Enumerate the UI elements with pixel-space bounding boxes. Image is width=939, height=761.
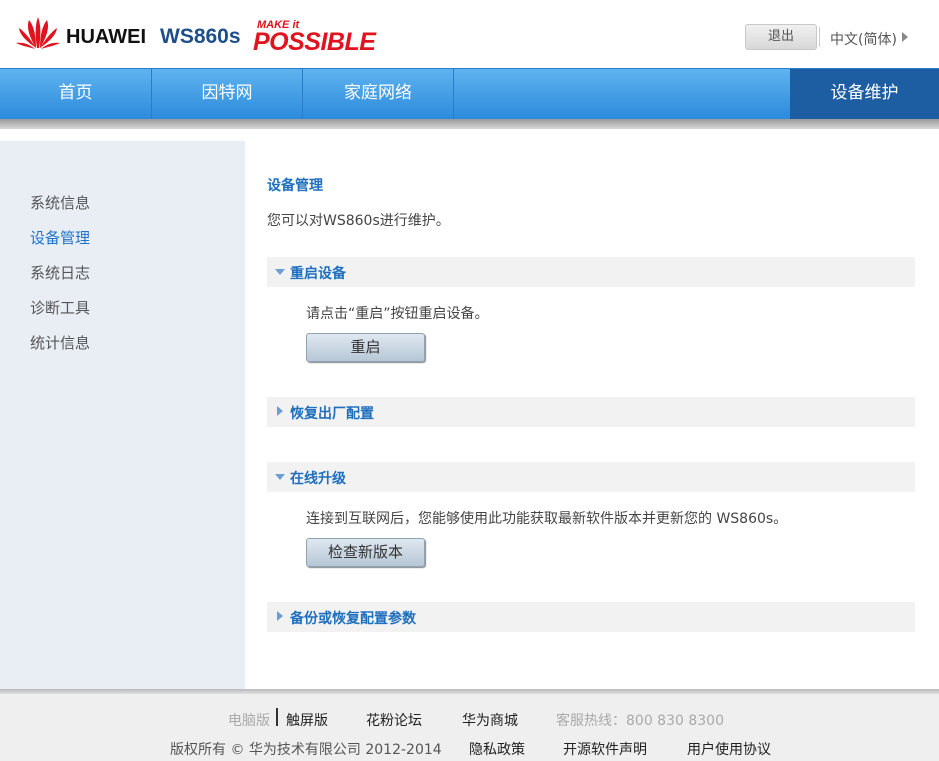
footer-touch-version-link[interactable]: 触屏版 — [286, 710, 328, 730]
page-title: 设备管理 — [267, 178, 323, 194]
section-title: 备份或恢复配置参数 — [290, 611, 416, 627]
sidebar-item-statistics[interactable]: 统计信息 — [30, 332, 90, 353]
sidebar-item-system-log[interactable]: 系统日志 — [30, 262, 90, 283]
section-title: 在线升级 — [290, 471, 346, 487]
slogan-main: POSSIBLE — [253, 28, 376, 56]
brand-name: HUAWEI — [66, 26, 146, 48]
logout-button[interactable]: 退出 — [745, 24, 817, 50]
footer-privacy-link[interactable]: 隐私政策 — [469, 739, 525, 759]
sidebar-item-device-management[interactable]: 设备管理 — [30, 227, 90, 248]
header-divider — [819, 27, 820, 47]
language-selector[interactable]: 中文(简体) — [830, 29, 897, 49]
expanded-arrow-icon — [275, 269, 285, 275]
huawei-logo-icon — [16, 17, 60, 49]
section-factory-reset-header[interactable]: 恢复出厂配置 — [267, 397, 915, 427]
footer-divider — [276, 708, 278, 726]
caret-right-icon — [902, 32, 908, 42]
section-title: 恢复出厂配置 — [290, 406, 374, 422]
nav-item-home-network[interactable]: 家庭网络 — [303, 69, 454, 120]
section-backup-restore-header[interactable]: 备份或恢复配置参数 — [267, 602, 915, 632]
page-description: 您可以对WS860s进行维护。 — [267, 213, 450, 229]
footer: 电脑版 触屏版 花粉论坛 华为商城 客服热线：800 830 8300 版权所有… — [0, 694, 939, 761]
footer-opensource-link[interactable]: 开源软件声明 — [563, 739, 647, 759]
main-nav: 首页 因特网 家庭网络 设备维护 — [0, 68, 939, 120]
nav-item-home[interactable]: 首页 — [0, 69, 152, 120]
sidebar-item-diagnostics[interactable]: 诊断工具 — [30, 297, 90, 318]
collapsed-arrow-icon — [277, 611, 283, 621]
nav-item-internet[interactable]: 因特网 — [152, 69, 303, 120]
reboot-instructions: 请点击“重启”按钮重启设备。 — [306, 306, 489, 322]
footer-desktop-version: 电脑版 — [228, 713, 270, 729]
sidebar-item-system-info[interactable]: 系统信息 — [30, 192, 90, 213]
footer-copyright: 版权所有 © 华为技术有限公司 2012-2014 — [170, 742, 442, 758]
check-update-button[interactable]: 检查新版本 — [306, 538, 425, 567]
section-reboot-header[interactable]: 重启设备 — [267, 257, 915, 287]
footer-store-link[interactable]: 华为商城 — [462, 710, 518, 730]
sidebar: 系统信息 设备管理 系统日志 诊断工具 统计信息 — [0, 141, 245, 689]
collapsed-arrow-icon — [277, 406, 283, 416]
main-panel: 设备管理 您可以对WS860s进行维护。 重启设备 请点击“重启”按钮重启设备。… — [246, 146, 936, 686]
upgrade-instructions: 连接到互联网后，您能够使用此功能获取最新软件版本并更新您的 WS860s。 — [306, 511, 788, 527]
section-title: 重启设备 — [290, 266, 346, 282]
section-online-upgrade-header[interactable]: 在线升级 — [267, 462, 915, 492]
reboot-button[interactable]: 重启 — [306, 333, 425, 362]
model-name: WS860s — [160, 25, 241, 48]
nav-item-maintenance[interactable]: 设备维护 — [790, 69, 939, 120]
footer-agreement-link[interactable]: 用户使用协议 — [687, 739, 771, 759]
expanded-arrow-icon — [275, 474, 285, 480]
footer-forum-link[interactable]: 花粉论坛 — [366, 710, 422, 730]
header: HUAWEI WS860s MAKE it POSSIBLE 退出 中文(简体) — [0, 0, 939, 68]
nav-shadow — [0, 119, 939, 129]
footer-hotline: 客服热线：800 830 8300 — [556, 713, 724, 729]
